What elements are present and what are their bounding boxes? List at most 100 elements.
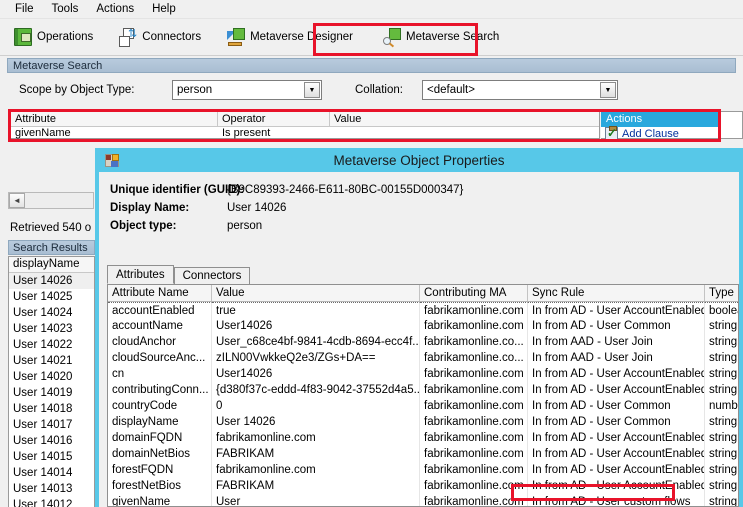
clause-attribute[interactable]: givenName <box>11 127 218 140</box>
list-item[interactable]: User 14018 <box>9 401 94 417</box>
table-row[interactable]: domainNetBios FABRIKAM fabrikamonline.com I… <box>108 446 738 462</box>
cell-type: string <box>709 416 738 428</box>
collation-label: Collation: <box>355 84 403 96</box>
cell-type: number <box>709 400 738 412</box>
dialog-tabs: Attributes Connectors <box>107 265 251 284</box>
search-results-header: Search Results <box>8 240 95 255</box>
list-item[interactable]: User 14023 <box>9 321 94 337</box>
chevron-down-icon[interactable]: ▼ <box>600 82 616 98</box>
dialog-title-bar[interactable]: Metaverse Object Properties <box>99 148 739 172</box>
toolbar-label-operations: Operations <box>37 31 94 43</box>
menu-item-file[interactable]: File <box>6 1 43 17</box>
cell-contributing-ma: fabrikamonline.co... <box>420 350 528 366</box>
menu-item-tools[interactable]: Tools <box>43 1 88 17</box>
list-item[interactable]: User 14022 <box>9 337 94 353</box>
column-header-value[interactable]: Value <box>212 285 420 301</box>
add-clause-action[interactable]: Add Clause <box>601 126 718 140</box>
metaverse-designer-icon <box>227 28 246 46</box>
table-row[interactable]: domainFQDN fabrikamonline.com fabrikamonli… <box>108 430 738 446</box>
toolbar-button-metaverse-search[interactable]: Metaverse Search <box>374 22 508 52</box>
column-header-type[interactable]: Type <box>705 285 738 301</box>
list-item[interactable]: User 14026 <box>9 273 94 289</box>
search-results-list[interactable]: displayName User 14026 User 14025 User 1… <box>8 256 95 507</box>
actions-pane-filler <box>719 111 743 139</box>
object-type-value: person <box>227 220 263 232</box>
list-item[interactable]: User 14015 <box>9 449 94 465</box>
cell-type: string <box>709 320 738 332</box>
table-row[interactable]: forestNetBios FABRIKAM fabrikamonline.com I… <box>108 478 738 494</box>
retrieved-count-label: Retrieved 540 o <box>10 222 92 234</box>
list-item[interactable]: User 14020 <box>9 369 94 385</box>
list-item[interactable]: User 14024 <box>9 305 94 321</box>
cell-type: boolean <box>705 302 738 318</box>
cell-attribute-name: displayName <box>108 414 212 430</box>
clause-header-value[interactable]: Value <box>330 112 598 126</box>
cell-type: string <box>709 384 738 396</box>
cell-attribute-name: cn <box>108 366 212 382</box>
cell-contributing-ma: fabrikamonline.com <box>420 398 528 414</box>
clause-grid-header: Attribute Operator Value <box>11 112 599 127</box>
toolbar-button-connectors[interactable]: ⇅ Connectors <box>111 22 209 52</box>
clause-value[interactable] <box>330 127 598 140</box>
scope-row: Scope by Object Type: person ▼ Collation… <box>7 80 736 102</box>
table-row[interactable]: accountName User14026 fabrikamonline.com In… <box>108 318 738 334</box>
tab-attributes[interactable]: Attributes <box>107 265 174 284</box>
results-column-header-displayname[interactable]: displayName <box>9 257 94 273</box>
column-header-attribute-name[interactable]: Attribute Name <box>108 285 212 301</box>
table-row[interactable]: givenName User fabrikamonline.com In from A… <box>108 494 738 507</box>
list-item[interactable]: User 14014 <box>9 465 94 481</box>
list-item[interactable]: User 14021 <box>9 353 94 369</box>
table-row[interactable]: cn User14026 fabrikamonline.com In from AD … <box>108 366 738 382</box>
horizontal-scrollbar[interactable]: ◄ <box>8 192 94 209</box>
table-row[interactable]: cloudSourceAnc... zILN00VwkkeQ2e3/ZGs+DA=… <box>108 350 738 366</box>
list-item[interactable]: User 14025 <box>9 289 94 305</box>
cell-sync-rule: In from AD - User Common <box>528 414 705 430</box>
cell-attribute-name: accountName <box>108 318 212 334</box>
tab-connectors[interactable]: Connectors <box>173 267 251 284</box>
toolbar-button-metaverse-designer[interactable]: Metaverse Designer <box>219 22 361 52</box>
search-clause-grid[interactable]: Attribute Operator Value givenName Is pr… <box>10 111 600 139</box>
cell-sync-rule: In from AD - User Common <box>528 318 705 334</box>
cell-sync-rule: In from AD - User custom flows <box>528 494 705 506</box>
chevron-left-icon[interactable]: ◄ <box>9 193 25 208</box>
menu-item-help[interactable]: Help <box>143 1 185 17</box>
column-header-sync-rule[interactable]: Sync Rule <box>528 285 705 301</box>
list-item[interactable]: User 14017 <box>9 417 94 433</box>
cell-type: string <box>709 496 738 507</box>
clause-row[interactable]: givenName Is present <box>11 127 599 140</box>
search-results-title: Search Results <box>13 242 88 254</box>
cell-type: string <box>709 480 738 492</box>
table-row[interactable]: contributingConn... {d380f37c-eddd-4f83-9… <box>108 382 738 398</box>
table-row[interactable]: countryCode 0 fabrikamonline.com In from AD… <box>108 398 738 414</box>
clause-operator[interactable]: Is present <box>218 127 330 140</box>
clipboard-icon <box>605 126 618 140</box>
table-row[interactable]: forestFQDN fabrikamonline.com fabrikamonli… <box>108 462 738 478</box>
collation-select[interactable]: <default> ▼ <box>422 80 618 100</box>
attributes-table[interactable]: Attribute Name Value Contributing MA Syn… <box>107 284 739 507</box>
clause-header-attribute[interactable]: Attribute <box>11 112 218 126</box>
clause-header-operator[interactable]: Operator <box>218 112 330 126</box>
list-item[interactable]: User 14016 <box>9 433 94 449</box>
cell-value: User_c68ce4bf-9841-4cdb-8694-ecc4f... <box>212 334 420 350</box>
actions-pane: Actions Add Clause <box>601 111 719 140</box>
list-item[interactable]: User 14019 <box>9 385 94 401</box>
table-row[interactable]: cloudAnchor User_c68ce4bf-9841-4cdb-8694-… <box>108 334 738 350</box>
scope-object-type-select[interactable]: person ▼ <box>172 80 322 100</box>
cell-contributing-ma: fabrikamonline.co... <box>420 334 528 350</box>
cell-type: string <box>709 352 738 364</box>
list-item[interactable]: User 14013 <box>9 481 94 497</box>
cell-sync-rule: In from AD - User AccountEnabled <box>528 446 705 462</box>
table-row[interactable]: displayName User 14026 fabrikamonline.com I… <box>108 414 738 430</box>
cell-attribute-name: accountEnabled <box>108 302 212 318</box>
column-header-contributing-ma[interactable]: Contributing MA <box>420 285 528 301</box>
list-item[interactable]: User 14012 <box>9 497 94 507</box>
cell-contributing-ma: fabrikamonline.com <box>420 494 528 506</box>
scope-object-type-label: Scope by Object Type: <box>19 84 135 96</box>
cell-attribute-name: domainFQDN <box>108 430 212 446</box>
chevron-down-icon[interactable]: ▼ <box>304 82 320 98</box>
table-row[interactable]: accountEnabled true fabrikamonline.com In f… <box>108 302 738 318</box>
cell-sync-rule: In from AD - User AccountEnabled <box>528 430 705 446</box>
menu-item-actions[interactable]: Actions <box>87 1 143 17</box>
toolbar-button-operations[interactable]: Operations <box>6 22 101 52</box>
cell-type: string <box>709 368 738 380</box>
